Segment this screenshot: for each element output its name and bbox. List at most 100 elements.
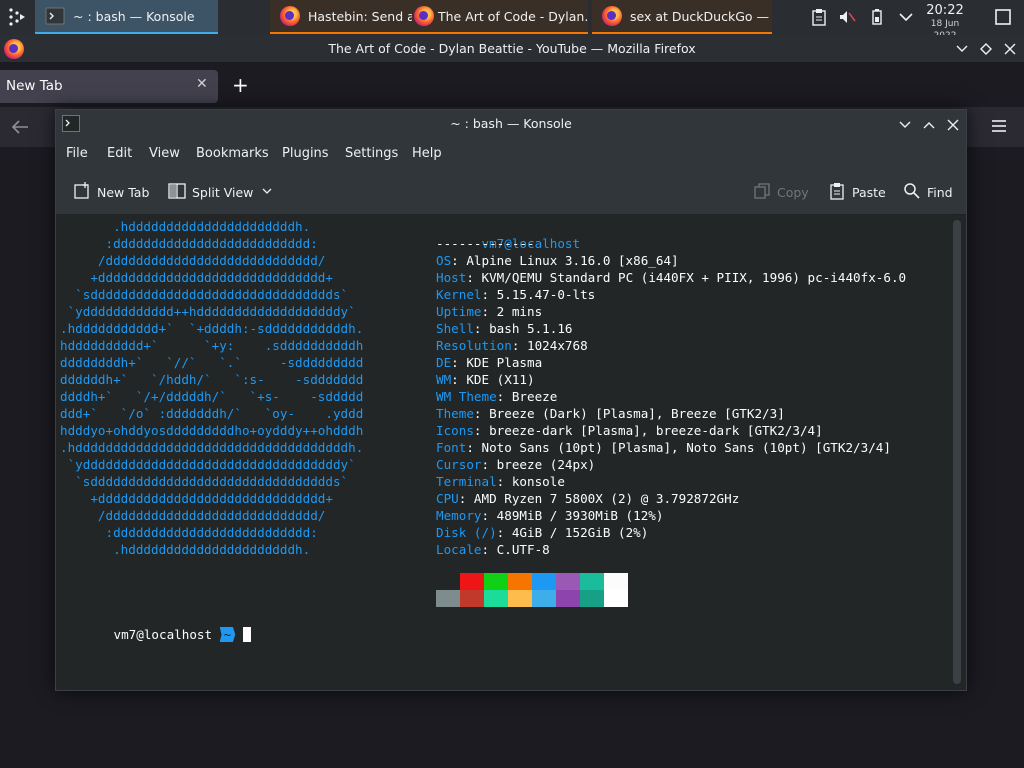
color-swatch bbox=[484, 573, 508, 590]
battery-icon[interactable] bbox=[868, 8, 886, 26]
menu-help[interactable]: Help bbox=[412, 146, 442, 161]
info-value: : 5.15.47-0-lts bbox=[481, 287, 596, 302]
split-view-button[interactable]: Split View bbox=[168, 182, 273, 203]
tab-close-icon[interactable]: ✕ bbox=[196, 76, 208, 92]
konsole-window: ~ : bash — Konsole File Edit View Bookma… bbox=[55, 109, 967, 691]
split-view-label: Split View bbox=[192, 185, 254, 200]
info-value: : Breeze bbox=[496, 389, 558, 404]
info-key: CPU bbox=[436, 491, 459, 506]
info-key: Host bbox=[436, 270, 467, 285]
menu-bookmarks[interactable]: Bookmarks bbox=[196, 146, 269, 161]
clipboard-icon[interactable] bbox=[810, 8, 828, 26]
info-row: CPU: AMD Ryzen 7 5800X (2) @ 3.792872GHz bbox=[436, 490, 739, 507]
scrollbar[interactable] bbox=[953, 220, 961, 684]
info-key: Font bbox=[436, 440, 467, 455]
info-row: Disk (/): 4GiB / 152GiB (2%) bbox=[436, 524, 648, 541]
new-tab-icon bbox=[73, 182, 91, 203]
info-key: Memory bbox=[436, 508, 482, 523]
info-row: Shell: bash 5.1.16 bbox=[436, 320, 573, 337]
menu-plugins[interactable]: Plugins bbox=[282, 146, 329, 161]
info-row: Terminal: konsole bbox=[436, 473, 565, 490]
firefox-icon bbox=[602, 6, 622, 26]
new-tab-button[interactable]: New Tab bbox=[73, 182, 149, 203]
info-value: : AMD Ryzen 7 5800X (2) @ 3.792872GHz bbox=[458, 491, 740, 506]
prompt-user: vm7@localhost bbox=[113, 627, 213, 642]
split-view-icon bbox=[168, 182, 186, 203]
info-key: Kernel bbox=[436, 287, 482, 302]
menu-edit[interactable]: Edit bbox=[107, 146, 132, 161]
ascii-art-line: `yddddddddddddddddddddddddddddddddddy` bbox=[60, 457, 356, 472]
info-key: Cursor bbox=[436, 457, 482, 472]
info-row: Host: KVM/QEMU Standard PC (i440FX + PII… bbox=[436, 269, 906, 286]
konsole-menubar: File Edit View Bookmarks Plugins Setting… bbox=[56, 138, 966, 170]
info-value: : KDE (X11) bbox=[451, 372, 535, 387]
info-value: : 489MiB / 3930MiB (12%) bbox=[481, 508, 664, 523]
ascii-art-line: ddd+` `/o` :dddddddh/` `oy- .yddd bbox=[60, 406, 364, 421]
info-key: WM Theme bbox=[436, 389, 497, 404]
task-art-of-code[interactable]: The Art of Code - Dylan... bbox=[412, 0, 588, 34]
info-value: : KVM/QEMU Standard PC (i440FX + PIIX, 1… bbox=[466, 270, 907, 285]
task-hastebin[interactable]: Hastebin: Send and... bbox=[270, 0, 418, 34]
terminal-area[interactable]: .hddddddddddddddddddddddh. :dddddddddddd… bbox=[56, 214, 952, 690]
new-tab-button[interactable]: + bbox=[232, 73, 249, 97]
menu-file[interactable]: File bbox=[66, 146, 88, 161]
show-desktop-icon[interactable] bbox=[994, 8, 1012, 26]
maximize-icon[interactable] bbox=[922, 117, 936, 136]
find-button[interactable]: Find bbox=[903, 182, 953, 203]
find-label: Find bbox=[927, 185, 953, 200]
info-value: : bash 5.1.16 bbox=[473, 321, 573, 336]
task-duckduckgo[interactable]: sex at DuckDuckGo — ... bbox=[592, 0, 772, 34]
paste-label: Paste bbox=[852, 185, 886, 200]
color-swatch bbox=[556, 573, 580, 590]
firefox-window-title: The Art of Code - Dylan Beattie - YouTub… bbox=[328, 41, 696, 56]
info-key: WM bbox=[436, 372, 452, 387]
copy-label: Copy bbox=[777, 185, 809, 200]
info-value: : Alpine Linux 3.16.0 [x86_64] bbox=[451, 253, 679, 268]
task-label: Hastebin: Send and... bbox=[308, 8, 418, 24]
minimize-icon[interactable] bbox=[955, 41, 969, 60]
info-row: WM Theme: Breeze bbox=[436, 388, 557, 405]
tab-label: New Tab bbox=[6, 78, 63, 94]
close-icon[interactable] bbox=[1003, 41, 1017, 60]
paste-icon bbox=[828, 182, 846, 203]
ascii-art-line: +dddddddddddddddddddddddddddddd+ bbox=[60, 491, 333, 506]
color-swatch bbox=[436, 573, 460, 590]
task-label: sex at DuckDuckGo — ... bbox=[630, 8, 772, 24]
info-row: Uptime: 2 mins bbox=[436, 303, 542, 320]
ascii-art-line: :dddddddddddddddddddddddddd: bbox=[60, 236, 318, 251]
ascii-art-line: :dddddddddddddddddddddddddd: bbox=[60, 525, 318, 540]
info-value: : KDE Plasma bbox=[451, 355, 543, 370]
task-label: ~ : bash — Konsole bbox=[73, 8, 195, 24]
info-row: Locale: C.UTF-8 bbox=[436, 541, 550, 558]
app-launcher-icon[interactable] bbox=[6, 6, 28, 32]
ascii-art-line: ddddddddh+` `//` `.` -sddddddddd bbox=[60, 355, 364, 370]
ascii-art-line: hdddyo+ohddyosdddddddddho+oydddy++ohdddh bbox=[60, 423, 364, 438]
info-row: DE: KDE Plasma bbox=[436, 354, 542, 371]
text-cursor bbox=[242, 627, 251, 642]
firefox-icon bbox=[414, 6, 434, 26]
menu-view[interactable]: View bbox=[149, 146, 180, 161]
restore-icon[interactable] bbox=[979, 41, 993, 60]
hamburger-menu-icon[interactable] bbox=[990, 118, 1008, 138]
color-swatch bbox=[556, 590, 580, 607]
color-swatch bbox=[484, 590, 508, 607]
close-icon[interactable] bbox=[946, 117, 960, 136]
back-arrow-icon[interactable] bbox=[10, 118, 30, 140]
color-swatch bbox=[604, 573, 628, 590]
ascii-art-line: `sdddddddddddddddddddddddddddddddds` bbox=[60, 474, 349, 489]
copy-button[interactable]: Copy bbox=[753, 182, 809, 203]
info-row: Icons: breeze-dark [Plasma], breeze-dark… bbox=[436, 422, 823, 439]
minimize-icon[interactable] bbox=[898, 117, 912, 136]
info-key: Locale bbox=[436, 542, 482, 557]
volume-muted-icon[interactable] bbox=[838, 8, 856, 26]
task-konsole[interactable]: ~ : bash — Konsole bbox=[35, 0, 218, 34]
menu-settings[interactable]: Settings bbox=[345, 146, 398, 161]
chevron-down-icon[interactable] bbox=[897, 8, 915, 26]
paste-button[interactable]: Paste bbox=[828, 182, 886, 203]
info-row: OS: Alpine Linux 3.16.0 [x86_64] bbox=[436, 252, 679, 269]
info-value: : C.UTF-8 bbox=[481, 542, 550, 557]
info-row: Kernel: 5.15.47-0-lts bbox=[436, 286, 595, 303]
ascii-art-line: +dddddddddddddddddddddddddddddd+ bbox=[60, 270, 333, 285]
ascii-art-line: .hddddddddddddddddddddddh. bbox=[60, 219, 311, 234]
ascii-art-line: .hddddddddddddddddddddddh. bbox=[60, 542, 311, 557]
